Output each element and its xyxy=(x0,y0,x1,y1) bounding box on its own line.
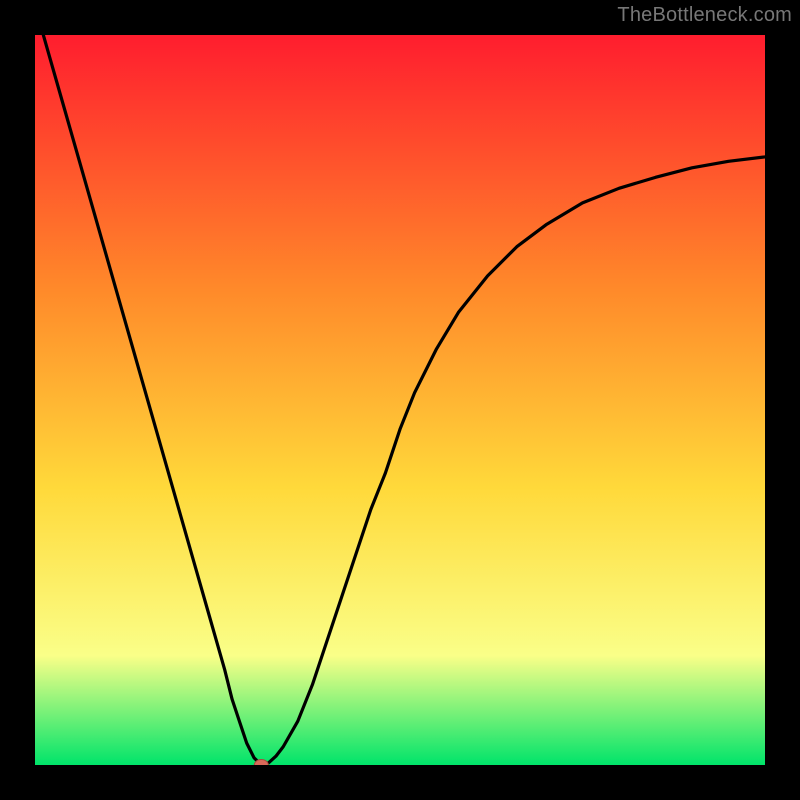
chart-frame xyxy=(35,35,765,765)
bottleneck-chart xyxy=(35,35,765,765)
watermark-text: TheBottleneck.com xyxy=(617,4,792,27)
gradient-background xyxy=(35,35,765,765)
